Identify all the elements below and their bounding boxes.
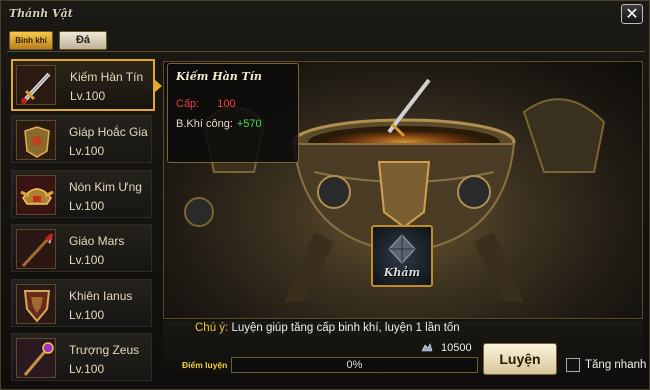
list-item-non-kim-ung[interactable]: Nón Kim Ưng Lv.100 xyxy=(11,169,152,218)
item-name: Kiếm Hàn Tín xyxy=(70,70,144,84)
close-button[interactable]: ✕ xyxy=(621,4,643,24)
fast-forge-checkbox[interactable] xyxy=(566,358,580,372)
armor-icon xyxy=(16,120,56,160)
ore-icon xyxy=(421,343,433,352)
list-item-khien-ianus[interactable]: Khiên Ianus Lv.100 xyxy=(11,278,152,327)
kham-label: Khảm xyxy=(383,266,421,279)
item-name: Khiên Ianus xyxy=(69,288,133,303)
info-level-label: Cấp: xyxy=(176,98,200,110)
item-name: Nón Kim Ưng xyxy=(69,179,142,194)
forge-progress-bar: 0% xyxy=(231,357,478,373)
info-item-name: Kiếm Hàn Tín xyxy=(176,70,262,83)
item-list: Kiếm Hàn Tín Lv.100 Giáp Hoắc Gia Lv.100 xyxy=(11,59,162,388)
helmet-icon xyxy=(16,174,56,215)
info-power-label: B.Khí công: xyxy=(176,118,233,130)
list-item-giao-mars[interactable]: Giáo Mars Lv.100 xyxy=(11,224,152,272)
info-power-value: +570 xyxy=(236,118,262,130)
shield-icon xyxy=(16,283,56,324)
tab-divider xyxy=(7,51,645,52)
info-level-value: 100 xyxy=(217,98,236,110)
window-title: Thánh Vật xyxy=(9,7,73,20)
item-level: Lv.100 xyxy=(69,144,105,158)
item-name: Trượng Zeus xyxy=(69,343,140,357)
item-level: Lv.100 xyxy=(69,198,105,213)
sword-icon xyxy=(16,65,56,105)
note-label: Chú ý: xyxy=(195,322,229,334)
item-level: Lv.100 xyxy=(69,253,105,267)
list-item-truong-zeus[interactable]: Trượng Zeus Lv.100 xyxy=(11,333,152,381)
exp-label: Điểm luyện xyxy=(182,360,228,370)
note-text: Luyện giúp tăng cấp binh khí, luyện 1 lầ… xyxy=(231,322,460,334)
tab-bar: Binh khí Đá xyxy=(9,31,107,50)
cost-value: 10500 xyxy=(441,342,472,354)
info-level-row: Cấp: 100 xyxy=(176,98,236,110)
list-item-kiem-han-tin[interactable]: Kiếm Hàn Tín Lv.100 xyxy=(11,59,162,111)
kham-button[interactable]: Khảm xyxy=(371,225,433,287)
forge-note: Chú ý: Luyện giúp tăng cấp binh khí, luy… xyxy=(195,322,460,334)
forge-cost: 10500 xyxy=(421,342,472,354)
item-level: Lv.100 xyxy=(69,362,105,376)
fast-forge-label: Tăng nhanh xyxy=(585,359,647,371)
item-name: Giáo Mars xyxy=(69,234,125,248)
info-power-row: B.Khí công: +570 xyxy=(176,118,262,130)
spear-icon xyxy=(16,229,56,269)
forge-button[interactable]: Luyện xyxy=(483,343,557,375)
item-level: Lv.100 xyxy=(69,307,105,322)
tab-binh-khi[interactable]: Binh khí xyxy=(9,31,53,50)
progress-text: 0% xyxy=(346,359,363,371)
item-info-panel: Kiếm Hàn Tín Cấp: 100 B.Khí công: +570 xyxy=(167,63,299,163)
item-level: Lv.100 xyxy=(70,89,106,103)
tab-da[interactable]: Đá xyxy=(59,31,107,50)
forge-window: Thánh Vật ✕ Binh khí Đá Kiếm Hàn Tín Lv.… xyxy=(0,0,650,390)
item-name: Giáp Hoắc Gia xyxy=(69,125,148,139)
staff-icon xyxy=(16,338,56,378)
list-item-giap-hoac-gia[interactable]: Giáp Hoắc Gia Lv.100 xyxy=(11,115,152,163)
